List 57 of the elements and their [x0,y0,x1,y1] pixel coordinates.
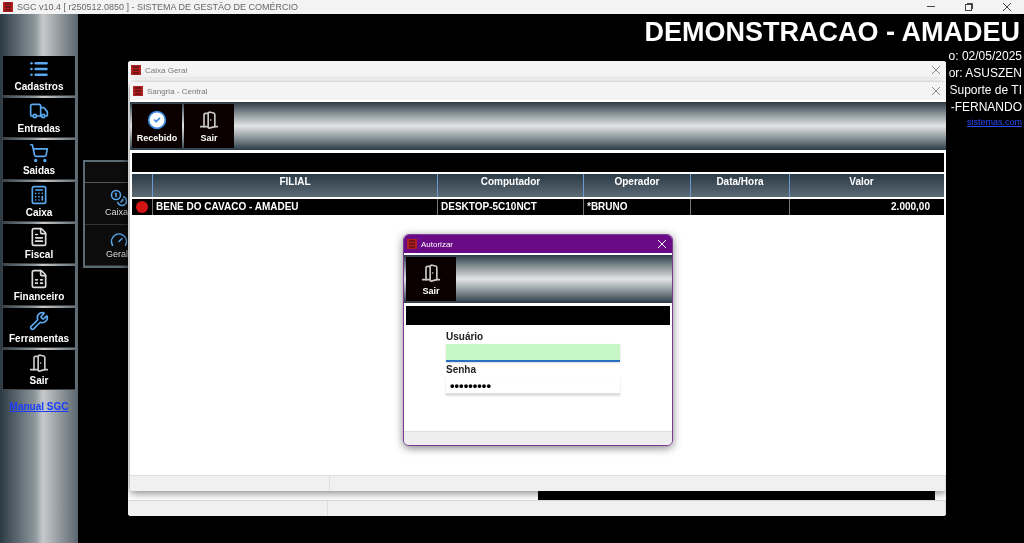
door-icon [29,353,49,373]
app-icon [3,2,13,12]
close-icon[interactable] [1003,3,1011,11]
door-icon [199,109,219,130]
table-cell: DESKTOP-5C10NCT [437,199,583,215]
dialog-title: Autorizar [421,239,454,249]
toolbar-button[interactable]: Recebido [132,104,182,148]
app-title: SGC v10.4 [ r250512.0850 ] - SISTEMA DE GESTÃO DE COMÉRCIO [17,2,300,12]
door-icon [421,262,441,283]
field-label: Usuário [446,331,485,342]
table-cell: *BRUNO [583,199,690,215]
restore-icon[interactable] [965,3,973,11]
info-text: o: 02/05/2025 [948,49,1022,64]
app-icon [133,86,143,96]
module-label: Geral [106,248,128,259]
sidebar-button[interactable]: Saidas [3,140,75,180]
info-text: -FERNANDO [950,100,1022,115]
gauge-icon [110,230,128,249]
sidebar-button[interactable]: Sair [3,350,75,390]
coins-icon [110,189,128,208]
cart-icon [29,143,49,163]
app-icon [131,65,141,75]
wrench-icon [29,311,49,331]
company-title: DEMONSTRACAO - AMADEU [644,17,1020,48]
toolbar-button[interactable]: Sair [184,104,234,148]
app-icon [407,239,417,249]
list-icon [29,59,49,79]
info-text: Suporte de TI [949,83,1022,98]
sidebar-button[interactable]: Financeiro [3,266,75,306]
window-title: Sangria - Central [147,86,209,96]
check-icon [147,109,167,130]
window-title: Caixa Geral [145,65,189,75]
input-field[interactable]: ••••••••• [446,377,620,395]
column-header[interactable]: Data/Hora [690,174,789,197]
truck-icon [29,101,49,121]
table-cell: 2.000,00 [789,199,933,215]
document-icon [29,227,49,247]
sidebar-button[interactable]: Entradas [3,98,75,138]
spreadsheet-icon [29,269,49,289]
minimize-icon[interactable] [927,6,935,8]
table-cell: BENE DO CAVACO - AMADEU [152,199,437,215]
column-header[interactable]: Operador [583,174,690,197]
input-field[interactable] [446,344,620,362]
column-header[interactable]: FILIAL [152,174,437,197]
info-text: or: ASUSZEN [948,66,1022,81]
column-header[interactable]: Computador [437,174,583,197]
sidebar-button[interactable]: Cadastros [3,56,75,96]
website-link[interactable]: sistemas.com [967,117,1022,127]
sidebar-button[interactable]: Fiscal [3,224,75,264]
table-row[interactable]: BENE DO CAVACO - AMADEU DESKTOP-5C10NCT *BRUNO 2.000,00 [132,199,944,215]
module-label: Caixa [105,207,128,218]
toolbar-button[interactable]: Sair [406,257,456,301]
calculator-icon [29,185,49,205]
field-label: Senha [446,364,477,375]
column-header[interactable]: Valor [789,174,933,197]
sidebar-button[interactable]: Ferramentas [3,308,75,348]
sidebar-button[interactable]: Caixa [3,182,75,222]
